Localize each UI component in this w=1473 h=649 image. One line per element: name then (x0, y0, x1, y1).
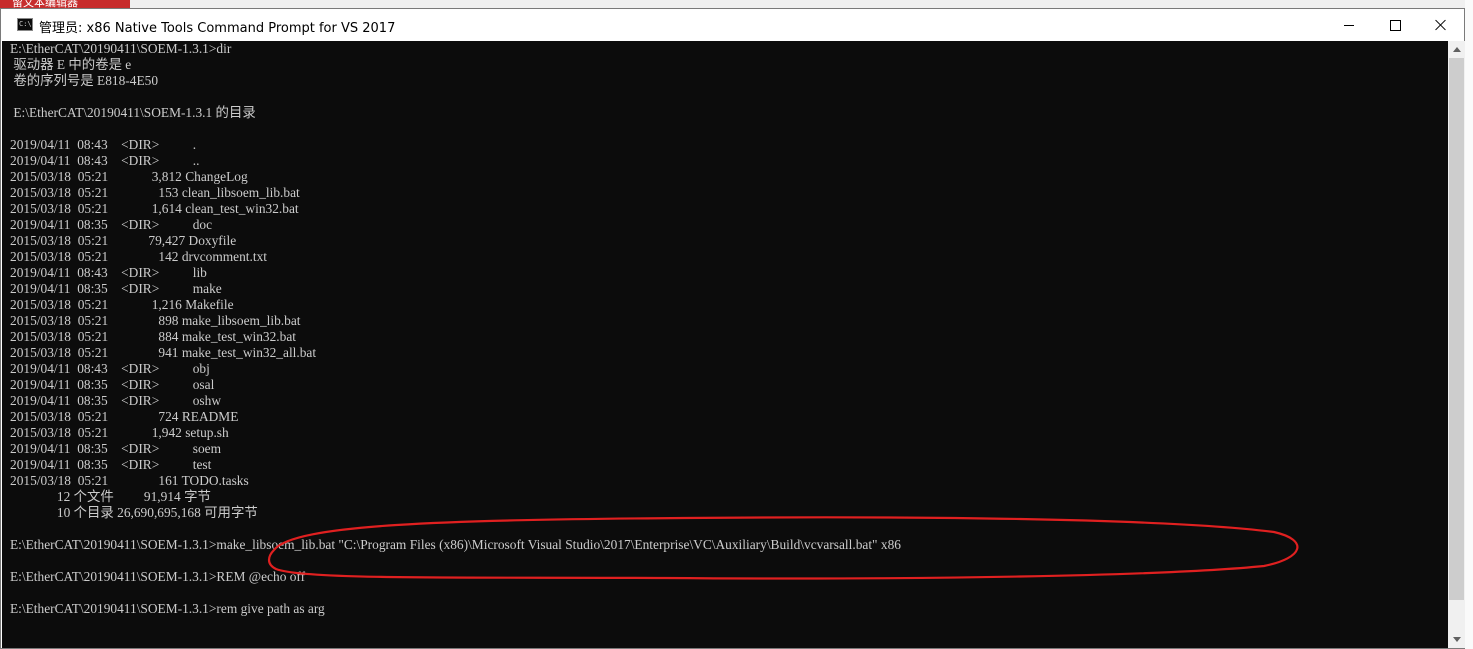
scroll-up-button[interactable] (1448, 41, 1465, 58)
console-line: 2015/03/18 05:21 941 make_test_win32_all… (10, 345, 317, 360)
maximize-icon (1389, 19, 1401, 31)
console-line: 2019/04/11 08:43 <DIR> obj (10, 361, 210, 376)
window-title: 管理员: x86 Native Tools Command Prompt for… (39, 21, 396, 36)
scrollbar-thumb[interactable] (1449, 58, 1464, 600)
console-line: 2019/04/11 08:35 <DIR> doc (10, 217, 213, 232)
console-line: E:\EtherCAT\20190411\SOEM-1.3.1>dir (10, 41, 232, 56)
console-line: 2019/04/11 08:35 <DIR> oshw (10, 393, 222, 408)
console-line: E:\EtherCAT\20190411\SOEM-1.3.1 的目录 (10, 105, 256, 120)
console-line: 驱动器 E 中的卷是 e (10, 57, 132, 72)
console-line: 2015/03/18 05:21 1,216 Makefile (10, 297, 234, 312)
minimize-icon (1344, 24, 1354, 26)
console-line: 2019/04/11 08:43 <DIR> . (10, 137, 197, 152)
console-line: E:\EtherCAT\20190411\SOEM-1.3.1>rem give… (10, 601, 325, 616)
close-button[interactable] (1418, 9, 1464, 41)
scroll-down-button[interactable] (1448, 631, 1465, 648)
console-window: C:\ 管理员: x86 Native Tools Command Prompt… (0, 8, 1465, 649)
console-line: 2015/03/18 05:21 153 clean_libsoem_lib.b… (10, 185, 300, 200)
console-line: 2019/04/11 08:35 <DIR> test (10, 457, 212, 472)
desktop-edge (1465, 0, 1473, 649)
console-line: 2015/03/18 05:21 3,812 ChangeLog (10, 169, 248, 184)
console-line: 2015/03/18 05:21 898 make_libsoem_lib.ba… (10, 313, 301, 328)
console-line: 卷的序列号是 E818-4E50 (10, 73, 159, 88)
scroll-up-arrow-icon (1452, 47, 1461, 52)
console-line: 2019/04/11 08:35 <DIR> make (10, 281, 222, 296)
command-prompt-icon[interactable]: C:\ (17, 18, 33, 31)
console-line: 2015/03/18 05:21 724 README (10, 409, 239, 424)
maximize-button[interactable] (1372, 9, 1418, 41)
console-line: 2019/04/11 08:43 <DIR> .. (10, 153, 200, 168)
scroll-down-arrow-icon (1452, 637, 1461, 642)
console-line: 2019/04/11 08:43 <DIR> lib (10, 265, 207, 280)
red-annotation-circle (267, 516, 1299, 580)
vertical-scrollbar[interactable] (1448, 41, 1465, 648)
minimize-button[interactable] (1326, 9, 1372, 41)
console-line: 2015/03/18 05:21 1,614 clean_test_win32.… (10, 201, 299, 216)
console-line: 12 个文件 91,914 字节 (10, 489, 211, 504)
annotation-ellipse (267, 516, 1299, 580)
console-line: 2015/03/18 05:21 79,427 Doxyfile (10, 233, 237, 248)
console-line: 2015/03/18 05:21 161 TODO.tasks (10, 473, 249, 488)
console-line: 2015/03/18 05:21 142 drvcomment.txt (10, 249, 268, 264)
title-bar[interactable]: C:\ 管理员: x86 Native Tools Command Prompt… (1, 9, 1464, 41)
background-window-strip: 留文本编辑器 (0, 0, 130, 9)
console-line: 2019/04/11 08:35 <DIR> osal (10, 377, 215, 392)
close-icon (1435, 19, 1447, 31)
console-line: 2015/03/18 05:21 1,942 setup.sh (10, 425, 229, 440)
console-output[interactable]: E:\EtherCAT\20190411\SOEM-1.3.1>dir 驱动器 … (2, 41, 1448, 648)
console-line: 2019/04/11 08:35 <DIR> soem (10, 441, 222, 456)
console-line: 2015/03/18 05:21 884 make_test_win32.bat (10, 329, 297, 344)
